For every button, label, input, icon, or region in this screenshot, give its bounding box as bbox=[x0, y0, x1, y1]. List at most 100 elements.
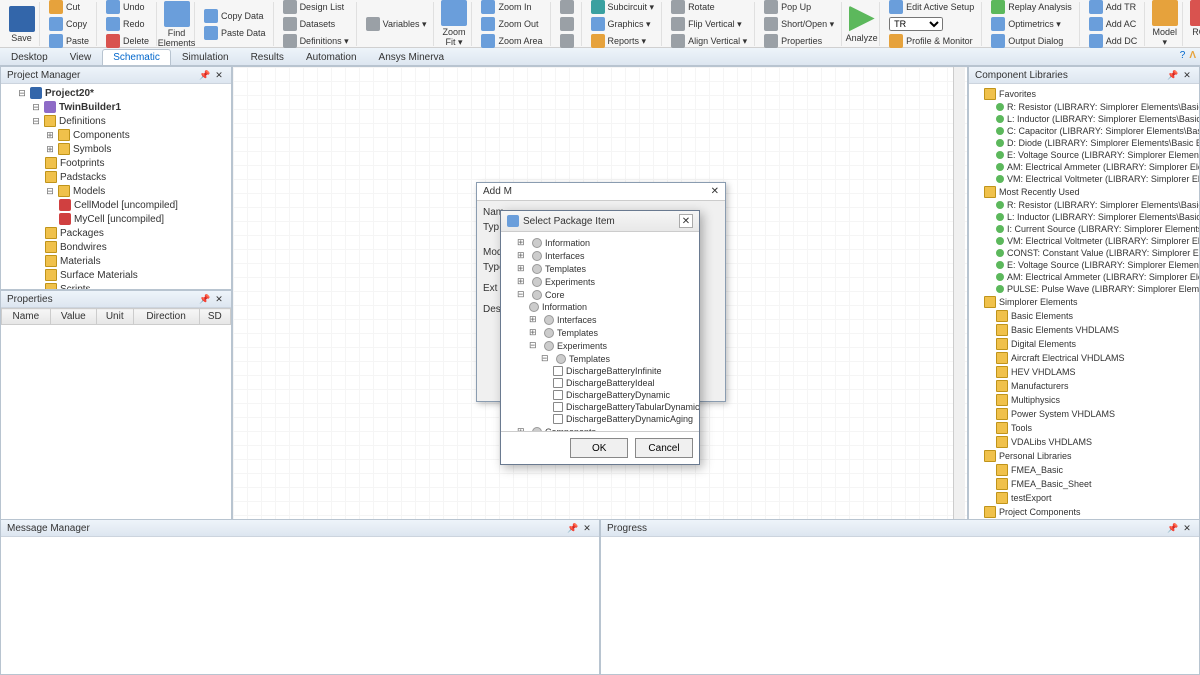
pkg-item[interactable]: Templates bbox=[529, 326, 695, 339]
paste-button[interactable]: Paste bbox=[46, 33, 92, 49]
tree-model-item[interactable]: CellModel [uncompiled] bbox=[59, 198, 229, 212]
lib-folder[interactable]: Digital Elements bbox=[996, 337, 1196, 351]
tree-bondwires[interactable]: Bondwires bbox=[45, 240, 229, 254]
lib-folder[interactable]: Tools bbox=[996, 421, 1196, 435]
subcircuit-button[interactable]: Subcircuit ▾ bbox=[588, 0, 658, 15]
lib-personal-item[interactable]: FMEA_Basic bbox=[996, 463, 1196, 477]
zoomout-button[interactable]: Zoom Out bbox=[478, 16, 545, 32]
main-tab-desktop[interactable]: Desktop bbox=[0, 49, 59, 65]
lib-folder[interactable]: Basic Elements VHDLAMS bbox=[996, 323, 1196, 337]
graphics-button[interactable]: Graphics ▾ bbox=[588, 16, 658, 32]
pkg-item[interactable]: Experiments bbox=[517, 275, 695, 288]
outputdialog-button[interactable]: Output Dialog bbox=[988, 33, 1075, 49]
variables-button[interactable]: Variables ▾ bbox=[363, 16, 430, 32]
pin-icon[interactable]: 📌 bbox=[567, 522, 579, 534]
main-tab-schematic[interactable]: Schematic bbox=[102, 49, 171, 65]
cancel-button[interactable]: Cancel bbox=[635, 438, 693, 458]
tree-surfacematerials[interactable]: Surface Materials bbox=[45, 268, 229, 282]
pin-icon[interactable]: 📌 bbox=[1167, 522, 1179, 534]
lib-mru-item[interactable]: AM: Electrical Ammeter (LIBRARY: Simplor… bbox=[996, 271, 1196, 283]
lib-folder[interactable]: Aircraft Electrical VHDLAMS bbox=[996, 351, 1196, 365]
lib-personal-item[interactable]: FMEA_Basic_Sheet bbox=[996, 477, 1196, 491]
lib-favorite-item[interactable]: AM: Electrical Ammeter (LIBRARY: Simplor… bbox=[996, 161, 1196, 173]
project-tree[interactable]: Project20* TwinBuilder1 Definitions Comp… bbox=[1, 84, 231, 289]
pkg-item[interactable]: Information bbox=[529, 301, 695, 313]
shortopen-button[interactable]: Short/Open ▾ bbox=[761, 16, 837, 32]
close-icon[interactable]: ✕ bbox=[213, 69, 225, 81]
close-icon[interactable]: ✕ bbox=[1181, 69, 1193, 81]
alignv-button[interactable]: Align Vertical ▾ bbox=[668, 33, 750, 49]
pkg-template-item[interactable]: DischargeBatteryInfinite bbox=[553, 365, 695, 377]
lib-simplorer[interactable]: Simplorer Elements bbox=[984, 295, 1196, 309]
pkg-item[interactable]: Components bbox=[517, 425, 695, 432]
properties-table[interactable]: NameValueUnitDirectionSD bbox=[1, 308, 231, 325]
props-col[interactable]: SD bbox=[199, 309, 230, 325]
popup-button[interactable]: Pop Up bbox=[761, 0, 837, 15]
dialog-titlebar[interactable]: Select Package Item ✕ bbox=[501, 211, 699, 232]
lib-mru[interactable]: Most Recently Used bbox=[984, 185, 1196, 199]
close-icon[interactable]: ✕ bbox=[581, 522, 593, 534]
tree-symbols[interactable]: Symbols bbox=[45, 142, 229, 156]
tree-scripts[interactable]: Scripts bbox=[45, 282, 229, 289]
cut-button[interactable]: Cut bbox=[46, 0, 92, 15]
props-col[interactable]: Unit bbox=[96, 309, 133, 325]
rotate-button[interactable]: Rotate bbox=[668, 0, 750, 15]
pkg-item[interactable]: Interfaces bbox=[529, 313, 695, 326]
flipv-button[interactable]: Flip Vertical ▾ bbox=[668, 16, 750, 32]
close-icon[interactable]: ✕ bbox=[213, 293, 225, 305]
profilemonitor-button[interactable]: Profile & Monitor bbox=[886, 33, 977, 49]
tree-footprints[interactable]: Footprints bbox=[45, 156, 229, 170]
editactivesetup-button[interactable]: Edit Active Setup bbox=[886, 0, 977, 15]
tree-components[interactable]: Components bbox=[45, 128, 229, 142]
pkg-item-templates[interactable]: Templates bbox=[541, 352, 695, 365]
ok-button[interactable]: OK bbox=[570, 438, 628, 458]
pkg-template-item[interactable]: DischargeBatteryIdeal bbox=[553, 377, 695, 389]
lib-folder[interactable]: Manufacturers bbox=[996, 379, 1196, 393]
tree-design[interactable]: TwinBuilder1 bbox=[31, 100, 229, 114]
analyze-icon[interactable] bbox=[849, 6, 875, 32]
package-tree[interactable]: Information Interfaces Templates Experim… bbox=[501, 232, 699, 432]
props-col[interactable]: Name bbox=[2, 309, 51, 325]
ribbon-model-group[interactable]: Model ▾ bbox=[1147, 2, 1183, 46]
lib-folder[interactable]: VDALibs VHDLAMS bbox=[996, 435, 1196, 449]
main-tab-simulation[interactable]: Simulation bbox=[171, 49, 240, 65]
props-col[interactable]: Direction bbox=[133, 309, 199, 325]
lib-folder[interactable]: Power System VHDLAMS bbox=[996, 407, 1196, 421]
close-icon[interactable]: ✕ bbox=[1181, 522, 1193, 534]
lib-favorite-item[interactable]: D: Diode (LIBRARY: Simplorer Elements\Ba… bbox=[996, 137, 1196, 149]
lib-mru-item[interactable]: R: Resistor (LIBRARY: Simplorer Elements… bbox=[996, 199, 1196, 211]
copydata-button[interactable]: Copy Data bbox=[201, 8, 269, 24]
zoomfit-icon[interactable] bbox=[441, 0, 467, 26]
datasets-button[interactable]: Datasets bbox=[280, 16, 352, 32]
addac-button[interactable]: Add AC bbox=[1086, 16, 1141, 32]
main-tab-ansys-minerva[interactable]: Ansys Minerva bbox=[368, 49, 456, 65]
lib-folder[interactable]: HEV VHDLAMS bbox=[996, 365, 1196, 379]
properties-button[interactable]: Properties bbox=[761, 33, 837, 49]
pkg-item[interactable]: Interfaces bbox=[517, 249, 695, 262]
lib-mru-item[interactable]: E: Voltage Source (LIBRARY: Simplorer El… bbox=[996, 259, 1196, 271]
help-icon[interactable]: ? bbox=[1180, 50, 1186, 61]
lib-favorite-item[interactable]: R: Resistor (LIBRARY: Simplorer Elements… bbox=[996, 101, 1196, 113]
lib-mru-item[interactable]: PULSE: Pulse Wave (LIBRARY: Simplorer El… bbox=[996, 283, 1196, 295]
pkg-item[interactable]: Information bbox=[517, 236, 695, 249]
lib-favorites[interactable]: Favorites bbox=[984, 87, 1196, 101]
zoomin-button[interactable]: Zoom In bbox=[478, 0, 545, 15]
delete-button[interactable]: Delete bbox=[103, 33, 152, 49]
reports-button[interactable]: Reports ▾ bbox=[588, 33, 658, 49]
save-icon[interactable] bbox=[9, 6, 35, 32]
definitions-button[interactable]: Definitions ▾ bbox=[280, 33, 352, 49]
replay-button[interactable]: Replay Analysis bbox=[988, 0, 1075, 15]
zoomarea-button[interactable]: Zoom Area bbox=[478, 33, 545, 49]
redo-button[interactable]: Redo bbox=[103, 16, 152, 32]
addtr-button[interactable]: Add TR bbox=[1086, 0, 1141, 15]
arrow1-button[interactable] bbox=[557, 0, 577, 15]
lib-folder[interactable]: Basic Elements bbox=[996, 309, 1196, 323]
lib-favorite-item[interactable]: VM: Electrical Voltmeter (LIBRARY: Simpl… bbox=[996, 173, 1196, 185]
lib-favorite-item[interactable]: L: Inductor (LIBRARY: Simplorer Elements… bbox=[996, 113, 1196, 125]
main-tab-results[interactable]: Results bbox=[240, 49, 295, 65]
lib-mru-item[interactable]: VM: Electrical Voltmeter (LIBRARY: Simpl… bbox=[996, 235, 1196, 247]
lib-mru-item[interactable]: L: Inductor (LIBRARY: Simplorer Elements… bbox=[996, 211, 1196, 223]
lib-projcomp[interactable]: Project Components bbox=[984, 505, 1196, 519]
main-tab-view[interactable]: View bbox=[59, 49, 103, 65]
lib-favorite-item[interactable]: E: Voltage Source (LIBRARY: Simplorer El… bbox=[996, 149, 1196, 161]
